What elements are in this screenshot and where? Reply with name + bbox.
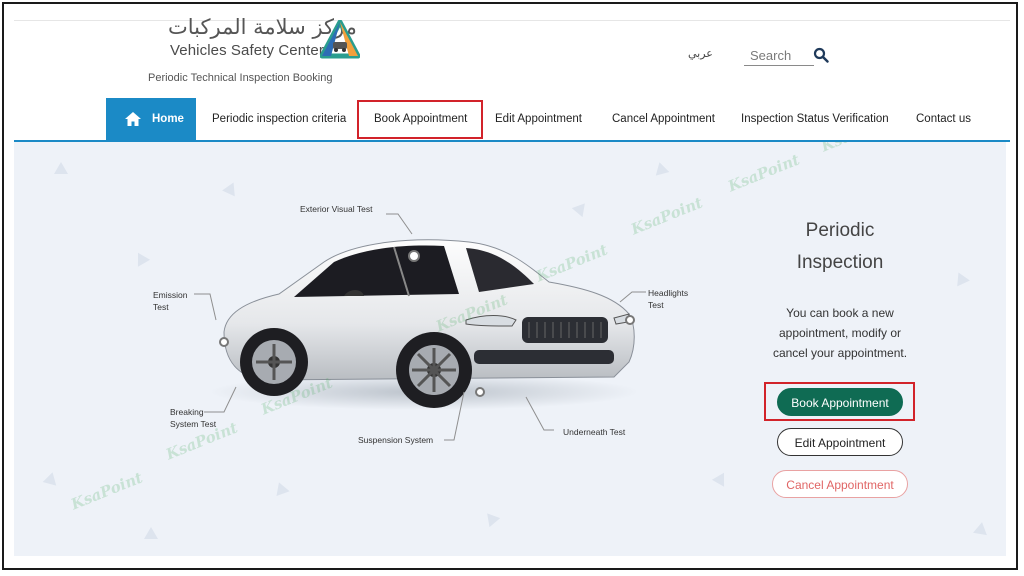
site-tagline: Periodic Technical Inspection Booking: [148, 72, 333, 84]
nav-item-home[interactable]: Home: [106, 98, 196, 140]
nav-item-edit-appointment[interactable]: Edit Appointment: [495, 98, 582, 140]
nav-item-periodic-criteria[interactable]: Periodic inspection criteria: [212, 98, 346, 140]
language-switch-link[interactable]: عربي: [688, 47, 713, 60]
logo-english-text: Vehicles Safety Center: [170, 42, 324, 59]
nav-item-status-verification[interactable]: Inspection Status Verification: [741, 98, 889, 140]
book-button-highlight-box: [764, 382, 915, 421]
home-icon: [125, 112, 141, 126]
nav-label-home: Home: [152, 113, 184, 125]
label-underneath-test: Underneath Test: [563, 427, 626, 437]
main-navigation: Home Periodic inspection criteria Book A…: [106, 98, 986, 140]
vsc-logo-icon[interactable]: [320, 20, 360, 60]
label-braking-system-test: Breaking System Test: [170, 407, 217, 429]
label-exterior-visual-test: Exterior Visual Test: [300, 204, 373, 214]
label-suspension-system: Suspension System: [358, 435, 434, 445]
panel-title: Periodic Inspection: [796, 220, 884, 273]
label-emission-test: Emission Test: [153, 290, 188, 312]
label-headlights-test: Headlights Test: [648, 288, 689, 310]
panel-description: You can book a new appointment, modify o…: [772, 306, 908, 360]
search-icon[interactable]: [813, 47, 829, 63]
search-input[interactable]: [744, 45, 814, 66]
top-divider: [14, 20, 1010, 21]
nav-item-cancel-appointment[interactable]: Cancel Appointment: [612, 98, 715, 140]
edit-appointment-button[interactable]: Edit Appointment: [777, 428, 903, 456]
nav-item-contact-us[interactable]: Contact us: [916, 98, 971, 140]
cancel-appointment-button[interactable]: Cancel Appointment: [772, 470, 908, 498]
nav-highlight-box: [357, 100, 483, 139]
